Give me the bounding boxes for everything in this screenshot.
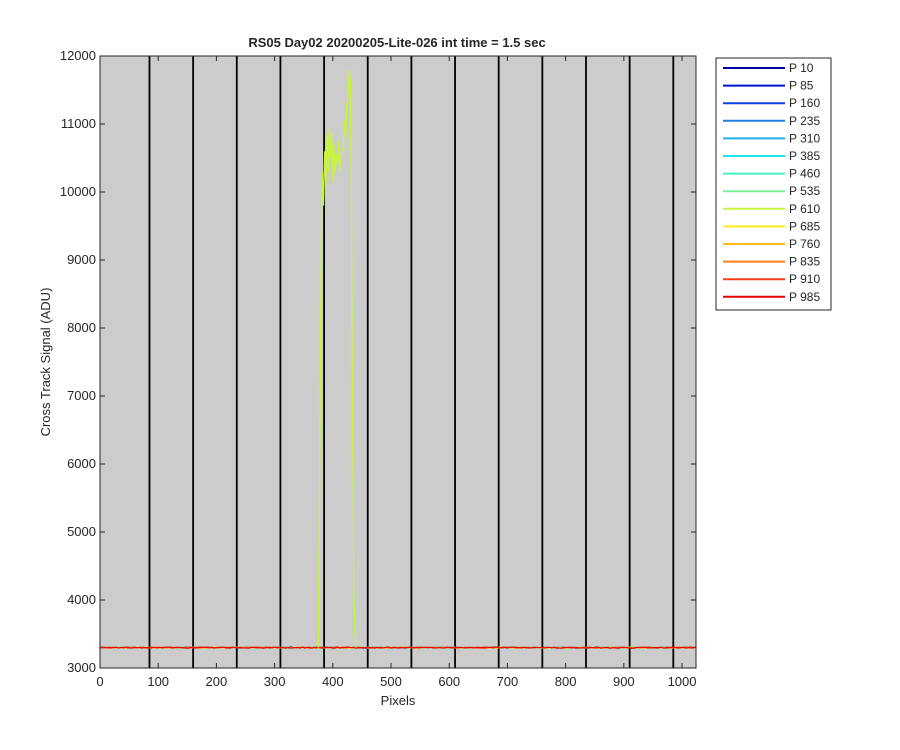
x-tick-label: 300: [264, 674, 286, 689]
legend-label: P 685: [789, 219, 820, 233]
chart-title: RS05 Day02 20200205-Lite-026 int time = …: [248, 35, 545, 50]
y-tick-label: 5000: [67, 524, 96, 539]
x-tick-label: 900: [613, 674, 635, 689]
legend-label: P 985: [789, 290, 820, 304]
x-tick-label: 400: [322, 674, 344, 689]
x-tick-label: 200: [206, 674, 228, 689]
legend-label: P 385: [789, 149, 820, 163]
legend-label: P 610: [789, 202, 820, 216]
x-tick-label: 0: [96, 674, 103, 689]
y-axis-label: Cross Track Signal (ADU): [38, 288, 53, 437]
legend-label: P 460: [789, 167, 820, 181]
x-tick-label: 700: [497, 674, 519, 689]
y-tick-label: 9000: [67, 252, 96, 267]
x-tick-label: 500: [380, 674, 402, 689]
legend-label: P 160: [789, 96, 820, 110]
x-tick-label: 100: [147, 674, 169, 689]
legend-label: P 760: [789, 237, 820, 251]
legend: P 10 P 85 P 160 P 235 P 310 P 385 P 460 P 535 P …: [715, 57, 832, 311]
plot-area: [100, 56, 696, 668]
y-tick-label: 11000: [61, 116, 96, 131]
x-tick-label: 600: [438, 674, 460, 689]
y-tick-label: 12000: [60, 48, 96, 63]
y-tick-label: 6000: [67, 456, 96, 471]
legend-label: P 535: [789, 184, 820, 198]
chart-figure: RS05 Day02 20200205-Lite-026 int time = …: [0, 0, 900, 750]
legend-label: P 310: [789, 131, 820, 145]
y-tick-label: 4000: [67, 592, 96, 607]
x-tick-label: 800: [555, 674, 577, 689]
baseline-series-lines: [99, 646, 697, 649]
legend-label: P 10: [789, 61, 814, 75]
x-tick-label: 1000: [668, 674, 697, 689]
x-axis-label: Pixels: [381, 693, 416, 708]
legend-label: P 235: [789, 114, 820, 128]
legend-label: P 910: [789, 272, 820, 286]
y-tick-label: 8000: [67, 320, 96, 335]
legend-label: P 835: [789, 255, 820, 269]
legend-label: P 85: [789, 79, 814, 93]
y-tick-label: 7000: [67, 388, 96, 403]
y-tick-label: 3000: [67, 660, 96, 675]
y-tick-label: 10000: [60, 184, 96, 199]
